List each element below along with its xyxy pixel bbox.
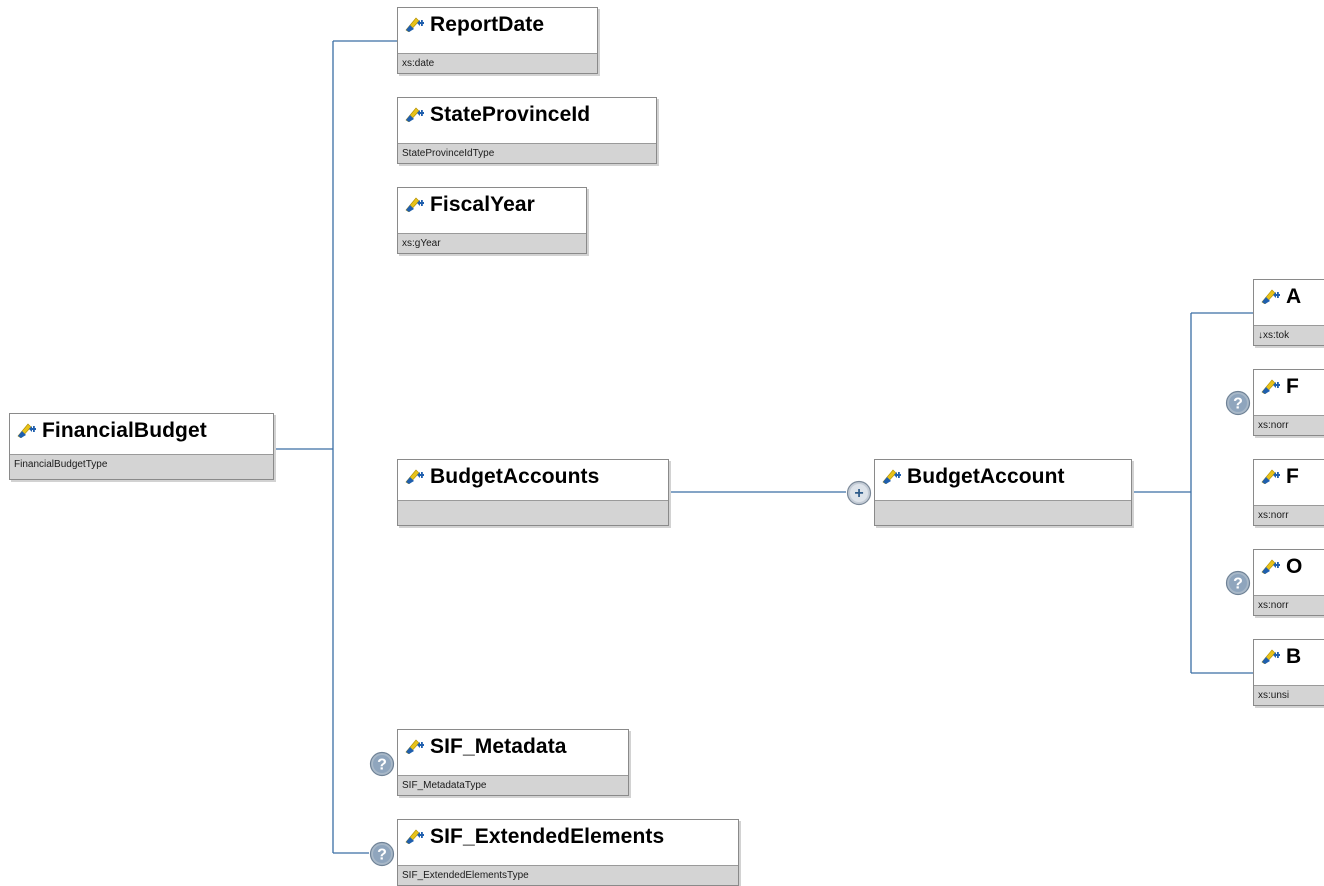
element-pencil-icon [882,469,902,484]
expand-glyph: + [854,485,863,502]
node-name: O [1286,555,1303,578]
element-pencil-icon [1261,289,1281,304]
element-pencil-icon [405,17,425,32]
node-name: BudgetAccounts [430,465,600,488]
element-pencil-icon [405,197,425,212]
element-pencil-icon [405,469,425,484]
node-name: FinancialBudget [42,419,207,442]
expand-badge[interactable]: + [846,480,872,506]
node-budget-account[interactable]: BudgetAccount [874,459,1132,526]
optional-badge: ? [369,751,395,777]
node-report-date[interactable]: ReportDate xs:date [397,7,598,74]
element-pencil-icon [405,829,425,844]
element-pencil-icon [405,107,425,122]
node-name: A [1286,285,1302,308]
element-pencil-icon [1261,469,1281,484]
node-account-child[interactable]: F xs:norr [1253,459,1324,526]
node-name: F [1286,465,1299,488]
optional-glyph: ? [377,757,387,774]
node-type: xs:date [398,53,597,73]
node-name: F [1286,375,1299,398]
node-name: FiscalYear [430,193,535,216]
node-type [398,500,668,525]
node-account-child[interactable]: O xs:norr [1253,549,1324,616]
node-type: xs:norr [1254,505,1324,525]
node-sif-metadata[interactable]: SIF_Metadata SIF_MetadataType [397,729,629,796]
node-name: SIF_Metadata [430,735,567,758]
node-type: FinancialBudgetType [10,454,273,479]
node-type: SIF_ExtendedElementsType [398,865,738,885]
node-account-child[interactable]: B xs:unsi [1253,639,1324,706]
node-type: ↓xs:tok [1254,325,1324,345]
node-state-province-id[interactable]: StateProvinceId StateProvinceIdType [397,97,657,164]
node-type [875,500,1131,525]
node-type: xs:gYear [398,233,586,253]
node-financial-budget[interactable]: FinancialBudget FinancialBudgetType [9,413,274,480]
element-pencil-icon [1261,379,1281,394]
node-type: StateProvinceIdType [398,143,656,163]
question-mark-icon: ? [1225,570,1251,596]
node-type: xs:unsi [1254,685,1324,705]
optional-badge: ? [1225,570,1251,596]
element-pencil-icon [1261,649,1281,664]
node-sif-extended-elements[interactable]: SIF_ExtendedElements SIF_ExtendedElement… [397,819,739,886]
optional-glyph: ? [1233,396,1243,413]
node-name: ReportDate [430,13,545,36]
node-fiscal-year[interactable]: FiscalYear xs:gYear [397,187,587,254]
element-pencil-icon [1261,559,1281,574]
question-mark-icon: ? [369,841,395,867]
question-mark-icon: ? [1225,390,1251,416]
schema-diagram: FinancialBudget FinancialBudgetType Repo… [0,0,1324,886]
element-pencil-icon [405,739,425,754]
node-name: SIF_ExtendedElements [430,825,665,848]
node-account-child[interactable]: F xs:norr [1253,369,1324,436]
node-name: BudgetAccount [907,465,1065,488]
plus-icon[interactable]: + [846,480,872,506]
question-mark-icon: ? [369,751,395,777]
optional-glyph: ? [1233,576,1243,593]
node-type: SIF_MetadataType [398,775,628,795]
element-pencil-icon [17,423,37,438]
node-type: xs:norr [1254,415,1324,435]
node-name: B [1286,645,1302,668]
optional-badge: ? [1225,390,1251,416]
node-budget-accounts[interactable]: BudgetAccounts [397,459,669,526]
node-account-child[interactable]: A ↓xs:tok [1253,279,1324,346]
optional-glyph: ? [377,847,387,864]
node-name: StateProvinceId [430,103,591,126]
optional-badge: ? [369,841,395,867]
node-type: xs:norr [1254,595,1324,615]
